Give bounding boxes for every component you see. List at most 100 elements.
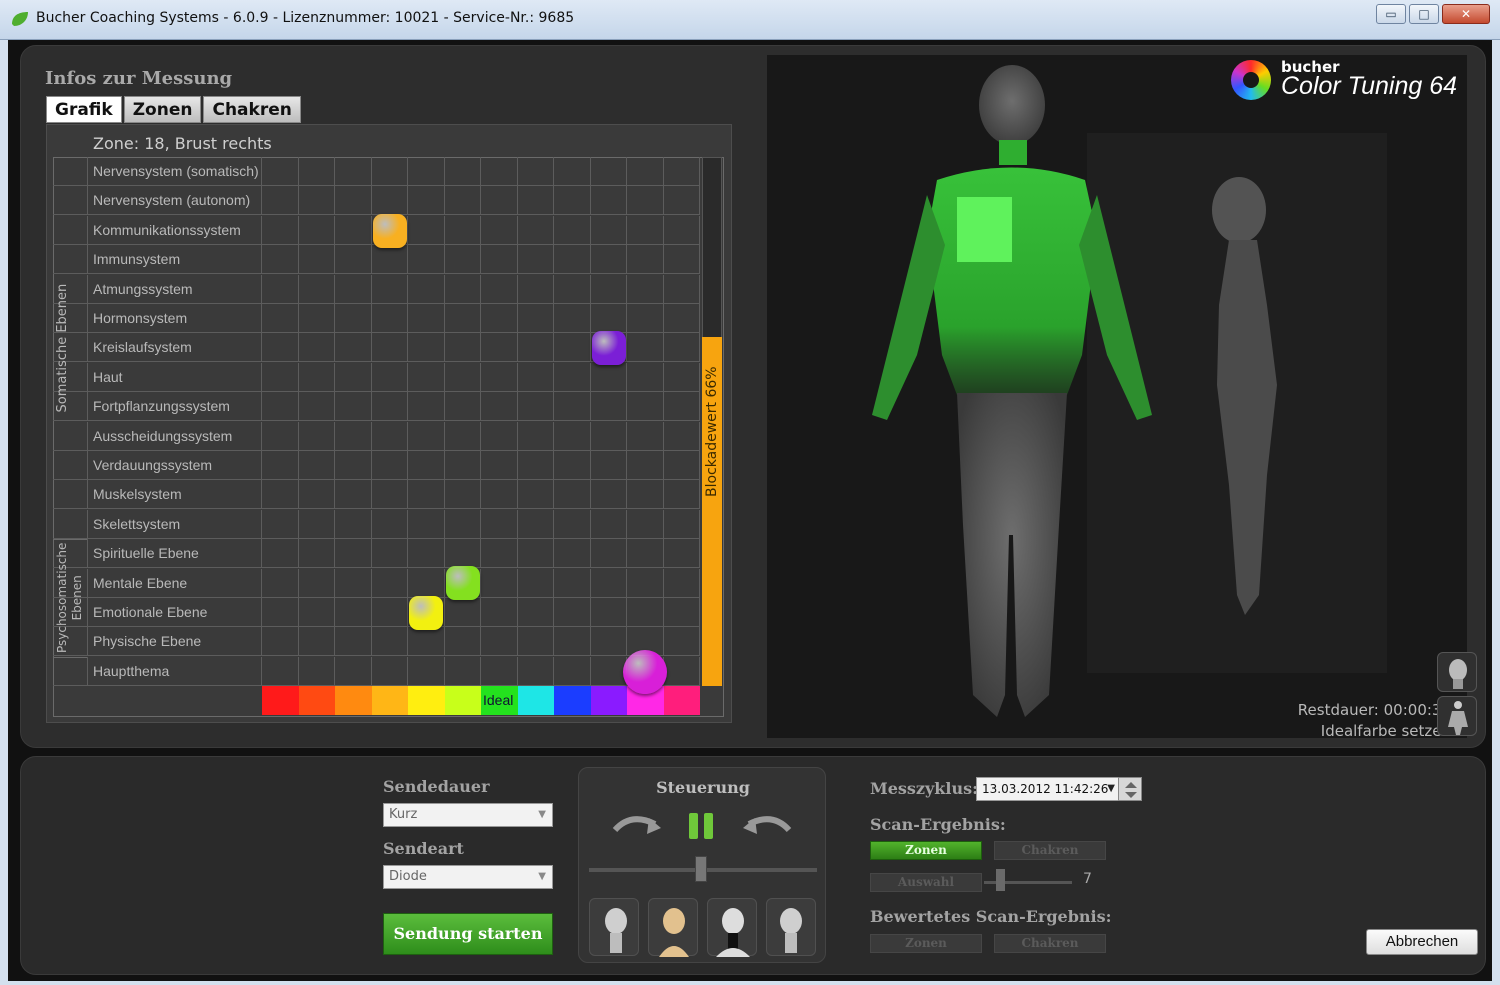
- grid-cell[interactable]: [298, 627, 335, 657]
- grid-cell[interactable]: [481, 656, 518, 686]
- grid-cell[interactable]: [481, 627, 518, 657]
- level-marker[interactable]: [372, 213, 407, 248]
- bewertet-zonen-button[interactable]: Zonen: [870, 934, 982, 953]
- grid-cell[interactable]: [298, 480, 335, 510]
- grid-cell[interactable]: [298, 598, 335, 627]
- grid-cell[interactable]: [517, 274, 554, 304]
- grid-cell[interactable]: [554, 627, 591, 657]
- grid-cell[interactable]: [335, 598, 372, 627]
- grid-cell[interactable]: [408, 627, 445, 657]
- color-scale-swatch[interactable]: [335, 686, 372, 716]
- grid-cell[interactable]: [298, 186, 335, 216]
- grid-cell[interactable]: [627, 509, 664, 539]
- grid-cell[interactable]: [262, 509, 299, 539]
- grid-cell[interactable]: [371, 421, 408, 451]
- grid-cell[interactable]: [262, 656, 299, 686]
- grid-cell[interactable]: [335, 656, 372, 686]
- grid-cell[interactable]: [444, 245, 481, 275]
- level-marker[interactable]: [623, 649, 668, 694]
- grid-cell[interactable]: [554, 157, 591, 186]
- level-marker[interactable]: [591, 331, 626, 366]
- grid-cell[interactable]: [371, 451, 408, 480]
- grid-cell[interactable]: [663, 362, 700, 392]
- grid-cell[interactable]: [663, 656, 700, 686]
- grid-cell[interactable]: [590, 392, 627, 422]
- grid-cell[interactable]: [590, 362, 627, 392]
- color-scale-swatch[interactable]: [298, 686, 335, 716]
- grid-cell[interactable]: [554, 451, 591, 480]
- grid-cell[interactable]: [444, 392, 481, 422]
- grid-cell[interactable]: [627, 568, 664, 598]
- grid-cell[interactable]: [298, 392, 335, 422]
- grid-cell[interactable]: [627, 245, 664, 275]
- grid-cell[interactable]: [262, 304, 299, 333]
- grid-cell[interactable]: [554, 186, 591, 216]
- grid-cell[interactable]: [408, 451, 445, 480]
- grid-cell[interactable]: [481, 392, 518, 422]
- grid-cell[interactable]: [481, 598, 518, 627]
- cancel-button[interactable]: Abbrechen: [1366, 929, 1478, 955]
- grid-cell[interactable]: [481, 245, 518, 275]
- grid-cell[interactable]: [298, 333, 335, 363]
- grid-cell[interactable]: [444, 274, 481, 304]
- grid-cell[interactable]: [517, 509, 554, 539]
- head-left-view-button[interactable]: [589, 898, 639, 956]
- grid-cell[interactable]: [590, 656, 627, 686]
- grid-cell[interactable]: [554, 304, 591, 333]
- grid-cell[interactable]: [335, 245, 372, 275]
- grid-cell[interactable]: [298, 304, 335, 333]
- grid-cell[interactable]: [298, 509, 335, 539]
- grid-cell[interactable]: [408, 304, 445, 333]
- rotate-right-icon[interactable]: [743, 810, 795, 846]
- bewertet-chakren-button[interactable]: Chakren: [994, 934, 1106, 953]
- messzyklus-select[interactable]: 13.03.2012 11:42:26 ▼: [976, 777, 1122, 801]
- grid-cell[interactable]: [335, 392, 372, 422]
- grid-cell[interactable]: [590, 186, 627, 216]
- grid-cell[interactable]: [371, 333, 408, 363]
- grid-cell[interactable]: [298, 568, 335, 598]
- grid-cell[interactable]: [590, 304, 627, 333]
- sendedauer-select[interactable]: Kurz ▼: [383, 803, 553, 827]
- grid-cell[interactable]: [262, 245, 299, 275]
- level-marker[interactable]: [445, 566, 480, 601]
- grid-cell[interactable]: [481, 509, 518, 539]
- grid-cell[interactable]: [262, 333, 299, 363]
- grid-cell[interactable]: [335, 568, 372, 598]
- grid-cell[interactable]: [481, 333, 518, 363]
- rotation-slider-thumb[interactable]: [695, 856, 707, 882]
- grid-cell[interactable]: [590, 157, 627, 186]
- grid-cell[interactable]: [444, 480, 481, 510]
- grid-cell[interactable]: [554, 333, 591, 363]
- grid-cell[interactable]: [627, 480, 664, 510]
- grid-cell[interactable]: [371, 568, 408, 598]
- grid-cell[interactable]: [408, 421, 445, 451]
- grid-cell[interactable]: [444, 333, 481, 363]
- grid-cell[interactable]: [408, 509, 445, 539]
- grid-cell[interactable]: [335, 186, 372, 216]
- grid-cell[interactable]: [590, 568, 627, 598]
- grid-cell[interactable]: [262, 362, 299, 392]
- ideal-color-link[interactable]: Idealfarbe setzen: [1261, 722, 1451, 740]
- grid-cell[interactable]: [517, 333, 554, 363]
- grid-cell[interactable]: [517, 186, 554, 216]
- grid-cell[interactable]: [590, 274, 627, 304]
- body-viewer[interactable]: [767, 55, 1467, 738]
- color-scale-swatch[interactable]: [371, 686, 408, 716]
- grid-cell[interactable]: [444, 509, 481, 539]
- grid-cell[interactable]: [517, 568, 554, 598]
- color-scale-swatch[interactable]: [554, 686, 591, 716]
- grid-cell[interactable]: [663, 509, 700, 539]
- grid-cell[interactable]: [554, 539, 591, 569]
- grid-cell[interactable]: [371, 509, 408, 539]
- grid-cell[interactable]: [663, 598, 700, 627]
- grid-cell[interactable]: [663, 421, 700, 451]
- grid-cell[interactable]: [517, 627, 554, 657]
- grid-cell[interactable]: [590, 539, 627, 569]
- grid-cell[interactable]: [371, 157, 408, 186]
- grid-cell[interactable]: [262, 627, 299, 657]
- grid-cell[interactable]: [481, 451, 518, 480]
- grid-cell[interactable]: [371, 304, 408, 333]
- tab-zonen[interactable]: Zonen: [123, 96, 202, 123]
- grid-cell[interactable]: [408, 333, 445, 363]
- grid-cell[interactable]: [371, 274, 408, 304]
